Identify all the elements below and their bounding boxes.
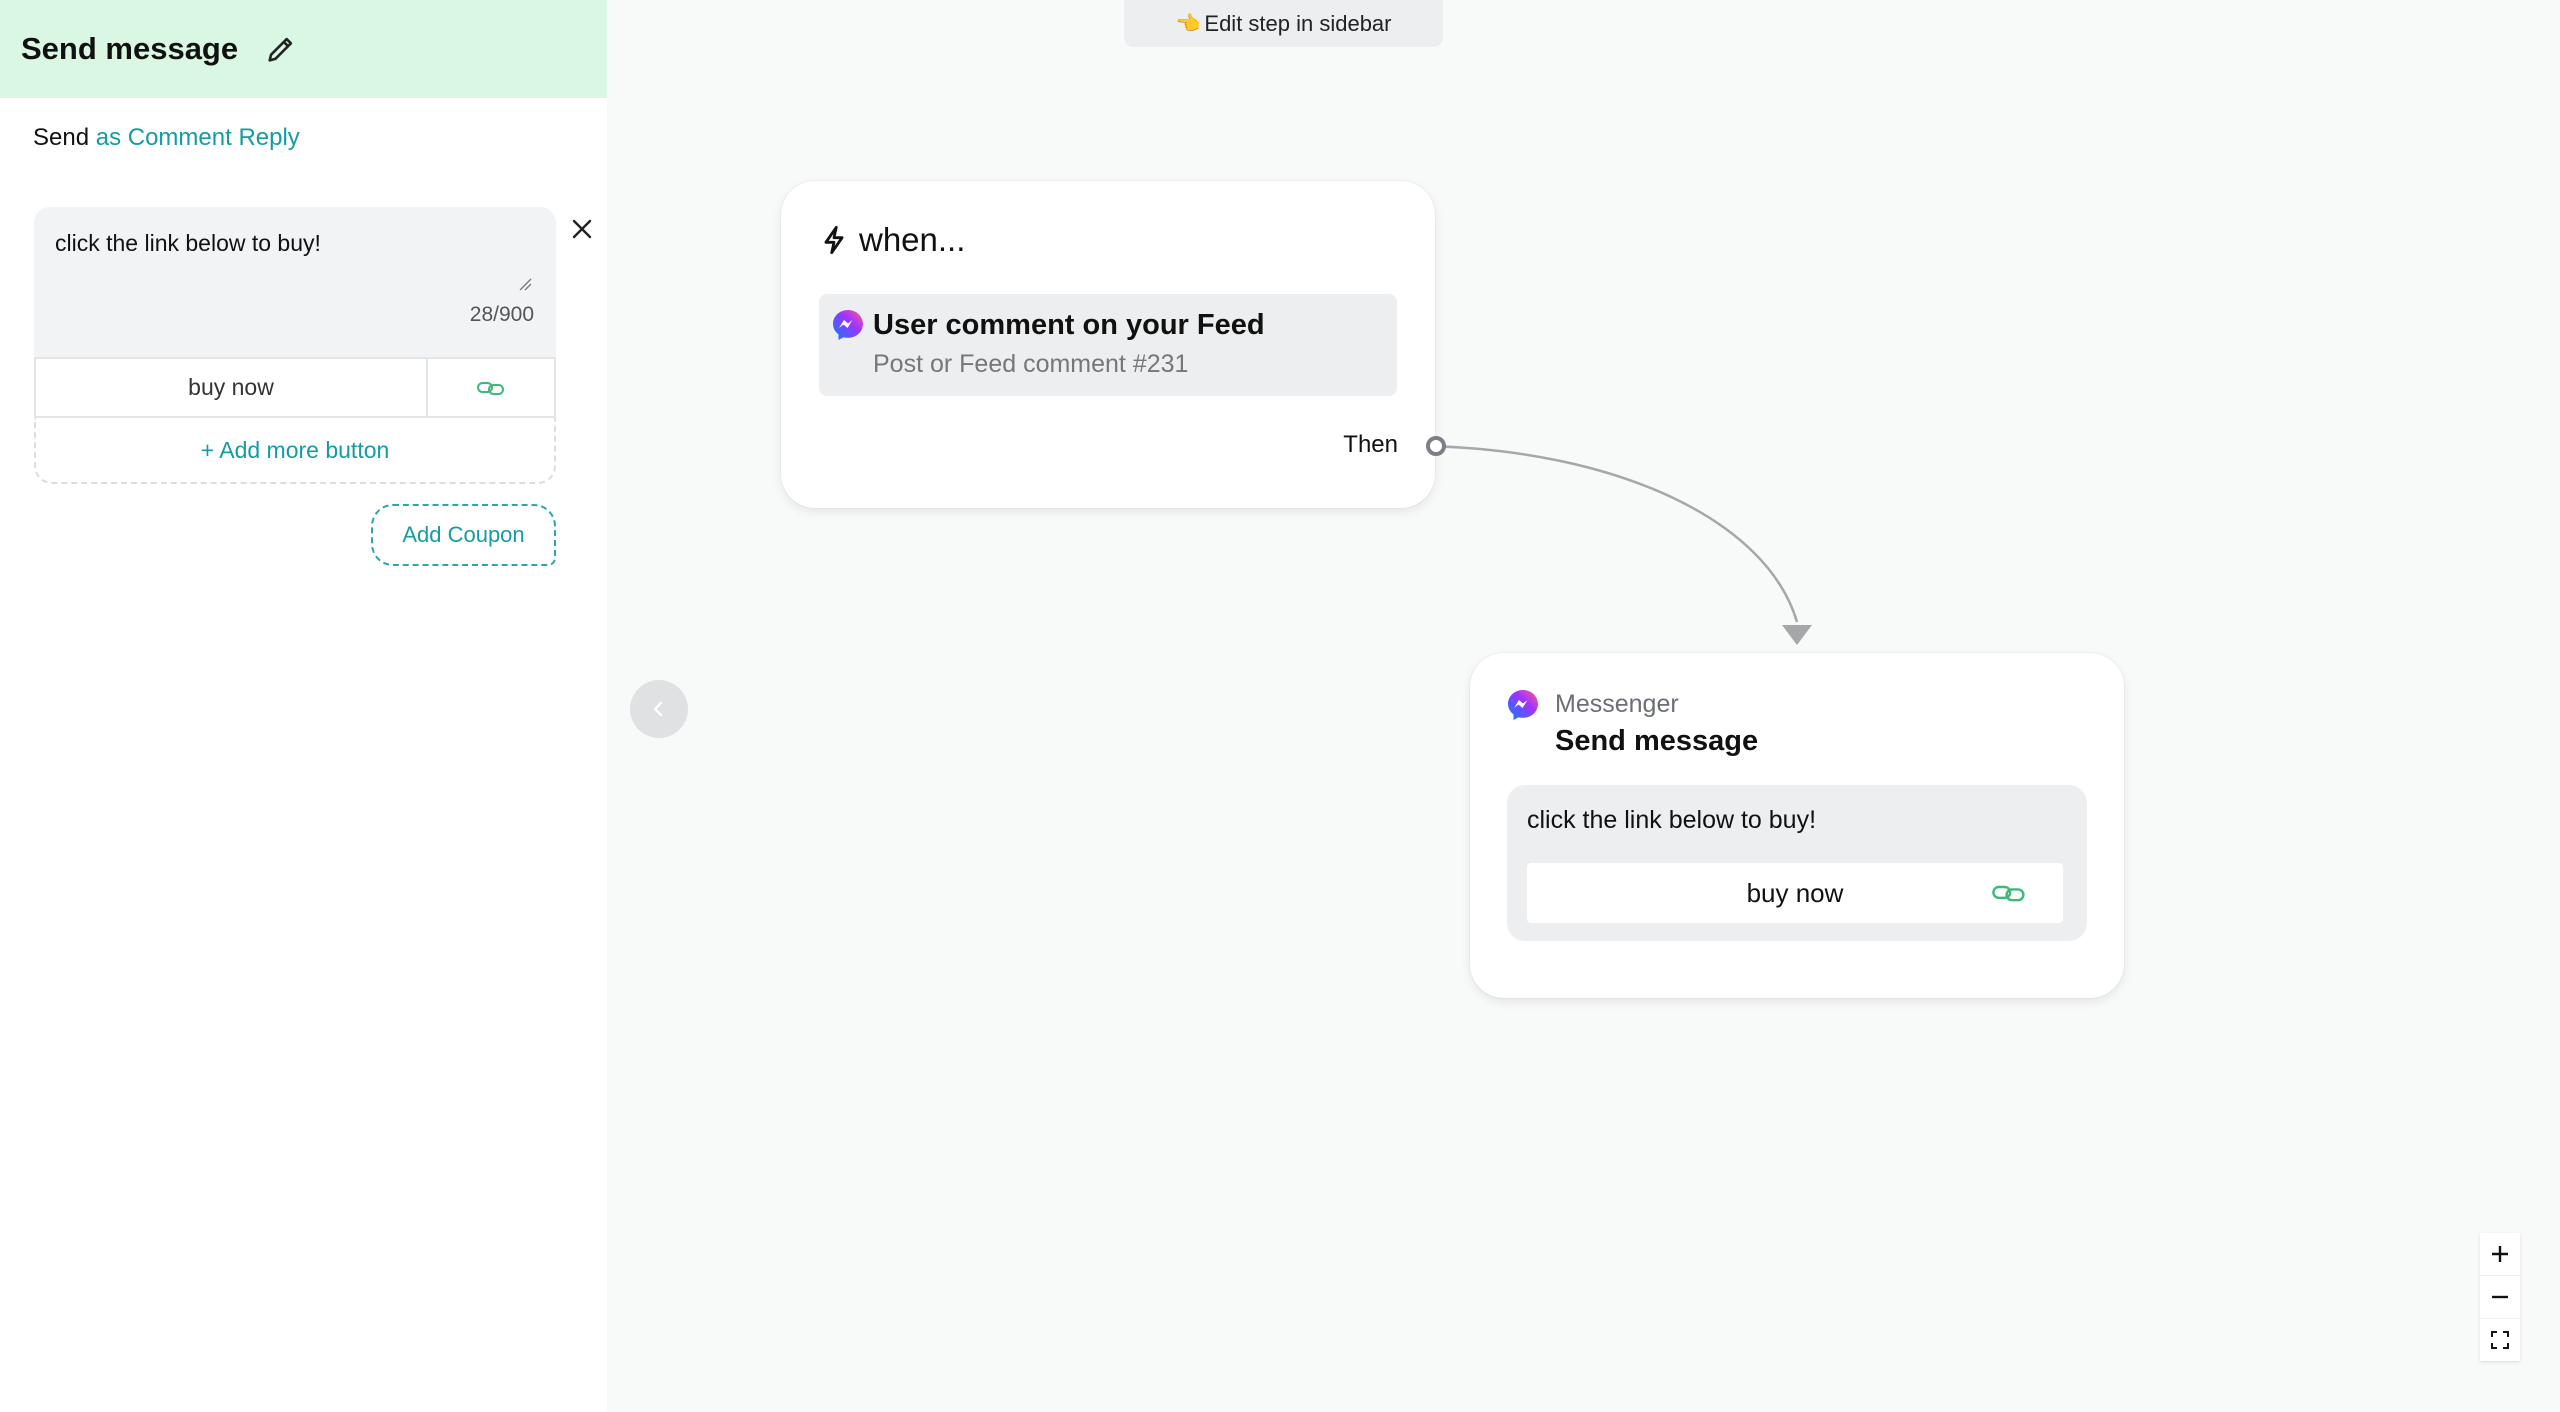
resize-grip-icon[interactable] [518,277,532,291]
pencil-icon[interactable] [264,32,298,66]
trigger-heading: when... [821,221,965,259]
fit-view-icon [2491,1331,2509,1349]
zoom-controls [2480,1233,2520,1361]
preview-message-text: click the link below to buy! [1527,806,1817,834]
trigger-node[interactable]: when... User comment on your Feed Post o… [781,181,1435,508]
sidebar-title: Send message [21,31,239,66]
preview-button-label: buy now [1746,877,1844,908]
link-icon [1992,885,2025,902]
minus-icon [2492,1295,2508,1299]
then-connector-port[interactable] [1426,436,1446,456]
link-icon [477,381,504,395]
edit-hint-banner: 👈 Edit step in sidebar [1124,0,1443,47]
action-title: Send message [1555,725,1759,757]
fit-view-button[interactable] [2480,1319,2520,1361]
action-channel: Messenger [1555,690,1679,718]
step-sidebar: Send message Send as Comment Reply click… [0,0,607,1412]
send-mode-selector[interactable]: as Comment Reply [96,124,300,151]
send-mode-line: Send as Comment Reply [33,124,300,152]
button-link-toggle[interactable] [428,359,554,416]
collapse-sidebar-button[interactable] [630,680,688,738]
send-message-node[interactable]: Messenger Send message click the link be… [1470,653,2124,998]
zoom-out-button[interactable] [2480,1276,2520,1319]
message-button-row: buy now [34,357,556,418]
flow-canvas[interactable]: 👈 Edit step in sidebar when... User comm… [607,0,2560,1412]
edit-hint-text: Edit step in sidebar [1204,10,1392,36]
message-text: click the link below to buy! [55,230,321,256]
add-more-button[interactable]: + Add more button [34,418,556,484]
then-label: Then [1343,431,1398,458]
zoom-in-button[interactable] [2480,1233,2520,1276]
preview-button[interactable]: buy now [1527,863,2063,923]
chevron-left-icon [653,701,663,717]
trigger-event-title: User comment on your Feed [873,309,1265,341]
messenger-icon [1508,690,1538,720]
messenger-icon [833,310,863,340]
trigger-heading-text: when... [859,221,966,258]
lightning-bolt-icon [824,225,844,255]
trigger-event-subtitle: Post or Feed comment #231 [873,350,1189,378]
send-mode-prefix: Send [33,124,90,151]
app-root: Send message Send as Comment Reply click… [0,0,2560,1412]
sidebar-header: Send message [0,0,607,98]
message-button-label[interactable]: buy now [36,359,428,416]
message-preview: click the link below to buy! buy now [1507,785,2087,941]
trigger-event-card[interactable]: User comment on your Feed Post or Feed c… [819,294,1397,396]
close-icon[interactable] [570,217,594,241]
pointing-hand-icon: 👈 [1175,13,1201,35]
plus-icon [2492,1246,2508,1262]
add-coupon-button[interactable]: Add Coupon [371,504,556,566]
message-textarea[interactable]: click the link below to buy! 28/900 [34,207,556,357]
char-counter: 28/900 [469,303,534,326]
